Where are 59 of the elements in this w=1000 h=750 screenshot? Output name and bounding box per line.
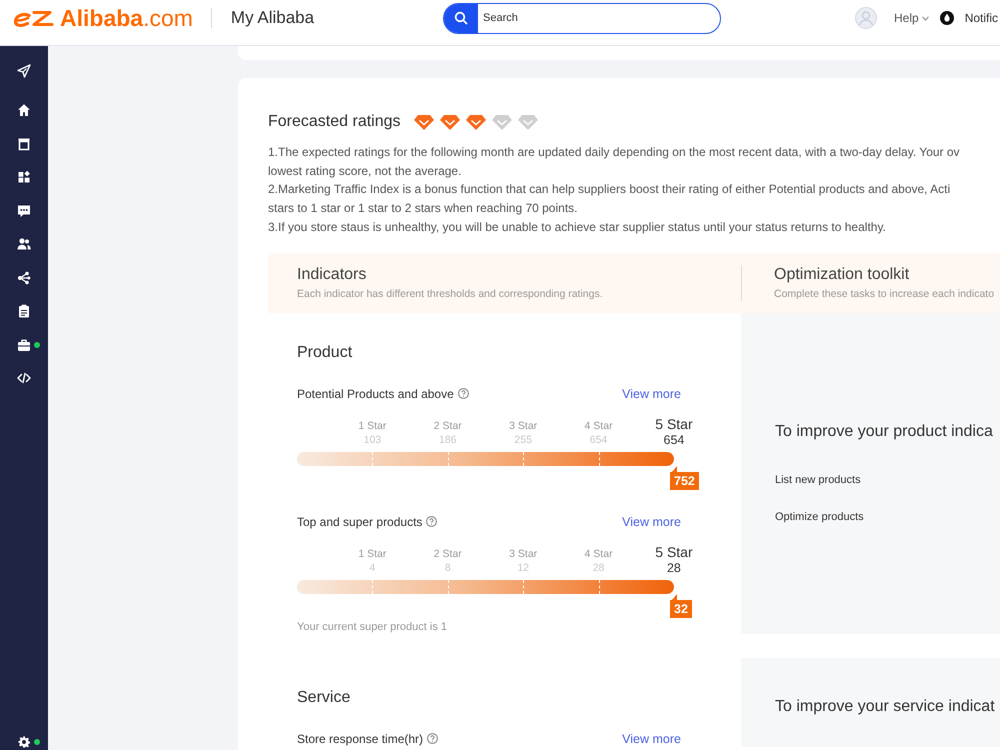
panel-heading: To improve your product indica [775,422,993,442]
droplet-icon [940,11,954,25]
note-text: 1.The expected ratings for the following month are updated daily depending on the most recent data, with a two-day delay. Your ov [268,144,961,161]
section-title: Service [297,688,352,708]
caret-icon [922,16,929,20]
note-text: stars to 1 star or 1 star to 2 stars when reaching 70 points. [268,200,578,218]
tier-label: 3 Star [509,418,538,433]
column-title: Indicators [297,264,368,285]
tier-label: 5 Star [655,544,693,561]
metric-label: Potential Products and above [297,386,454,401]
code-icon [17,371,31,386]
tier-label: 2 Star [434,418,462,433]
column-title: Optimization toolkit [774,264,910,285]
note-text: 3.If you store staus is unhealthy, you will be unable to achieve star supplier status until your status returns to healthy. [268,218,887,236]
tier-label: 4 Star [584,418,613,433]
tier-label: 4 Star [584,546,613,561]
home-icon [17,103,31,118]
tier-label: 1 Star [358,418,386,433]
archive-icon [17,136,31,151]
note-text: 2.Marketing Traffic Index is a bonus function that can help suppliers boost their rating of either Potential products and above, Acti [268,181,952,198]
task-link[interactable]: List new products [775,473,861,488]
chat-icon [17,204,31,218]
page-title: My Alibaba [230,8,314,28]
column-subtitle: Complete these tasks to increase each indicato [774,288,996,301]
note-text: lowest rating score, not the average. [268,162,462,180]
help-icon[interactable] [458,388,469,400]
tier-label: 1 Star [358,546,386,561]
paper-plane-icon [17,64,31,78]
tier-label: 3 Star [509,546,538,561]
help-menu[interactable]: Help [894,11,929,25]
notifications-button[interactable]: Notific [940,11,998,25]
section-title: Product [297,342,354,363]
tier-value: 654 [664,432,684,447]
clipboard-icon [17,304,31,318]
view-more-link[interactable]: View more [622,732,681,746]
panel-heading: To improve your service indicat [775,696,995,717]
tier-label: 5 Star [655,416,693,433]
tier-value: 28 [666,560,681,575]
metric-label: Top and super products [297,514,422,529]
search-bar[interactable]: Search [443,2,721,34]
view-more-link[interactable]: View more [622,386,681,401]
metric-label: Store response time(hr) [297,732,424,746]
metric-note: Your current super product is 1 [297,620,448,634]
section-title: Forecasted ratings [268,112,401,132]
help-icon[interactable] [426,516,438,528]
score-badge: 752 [670,466,699,490]
view-more-link[interactable]: View more [622,514,681,529]
column-subtitle: Each indicator has different thresholds and corresponding ratings. [297,288,604,301]
help-icon[interactable] [427,733,438,744]
search-icon [454,11,468,25]
search-button[interactable] [444,4,478,32]
apps-icon [17,170,31,184]
users-icon [17,237,31,252]
task-link[interactable]: Optimize products [775,510,864,524]
score-badge: 32 [670,594,692,618]
briefcase-icon [17,338,31,352]
search-field[interactable]: Search [478,4,720,32]
network-icon [17,270,31,285]
tier-label: 2 Star [434,546,462,561]
